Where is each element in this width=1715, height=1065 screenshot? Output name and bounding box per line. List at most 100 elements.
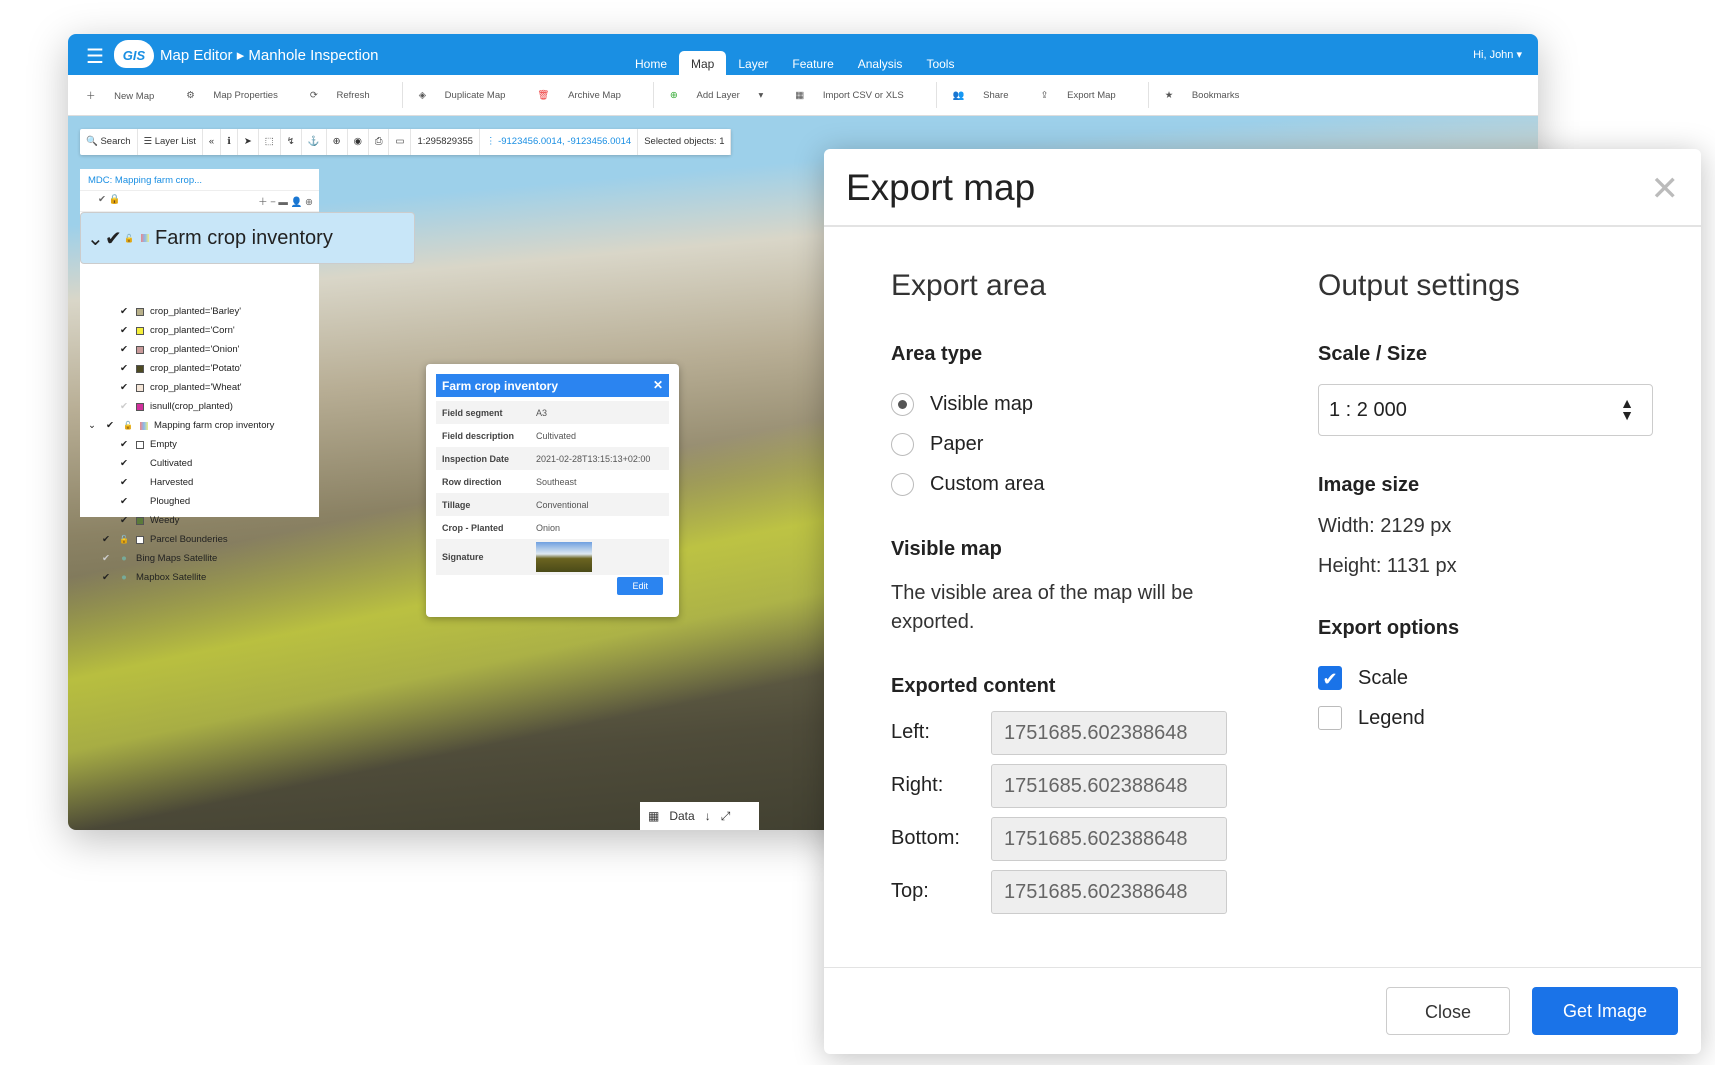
toolbar-label[interactable]: Duplicate Map [445,90,506,101]
tab-map[interactable]: Map [679,51,727,76]
chevron-down-icon[interactable]: ⌄ [86,420,98,431]
measure-icon[interactable]: ↯ [281,129,302,155]
search-button[interactable]: 🔍 Search [80,129,138,155]
edit-button[interactable]: Edit [617,577,663,595]
toolbar-share[interactable]: 👥 Share [953,90,1025,101]
layer-row[interactable]: ✔ 🔓 Parcel Bounderies [80,530,319,549]
toolbar-new-map[interactable]: ＋ New Map [86,88,170,102]
toolbar-refresh[interactable]: ⟳ Refresh [310,90,386,101]
scale-select[interactable]: 1 : 2 000 ▲ ▼ [1318,384,1653,436]
toolbar-map-properties[interactable]: ⚙ Map Properties [186,90,294,101]
checkbox-icon[interactable]: ✔ [105,226,122,251]
toolbar-label[interactable]: New Map [114,91,154,102]
checkbox-icon[interactable]: ✔ [118,439,130,450]
toolbar-label[interactable]: Refresh [336,90,369,101]
toolbar-label[interactable]: Add Layer [697,90,740,101]
checkbox[interactable] [1318,706,1342,730]
coordinate-input[interactable]: 1751685.602388648 [991,710,1227,755]
pointer-icon[interactable]: ➤ [238,129,259,155]
layer-row[interactable]: ✔ Empty [80,435,319,454]
layer-actions-icons[interactable]: ＋ − ▬ 👤 ⊕ [258,194,313,208]
checkbox-icon[interactable]: ✔ [100,553,112,564]
expand-icon[interactable]: ⤢ [721,809,731,824]
layer-row[interactable]: ✔ crop_planted='Onion' [80,340,319,359]
checkbox-icon[interactable]: ✔ [118,401,130,412]
layer-row[interactable]: ✔ Ploughed [80,492,319,511]
close-icon[interactable]: ✕ [653,378,663,392]
checkbox-icon[interactable]: ✔ [118,325,130,336]
toolbar-label[interactable]: Map Properties [213,90,277,101]
chevron-down-icon[interactable]: ▾ [756,90,763,101]
layer-row[interactable]: ✔ ● Bing Maps Satellite [80,549,319,568]
checkbox-scale[interactable]: ✔ Scale [1318,658,1653,698]
grid-icon[interactable]: ▦ [648,809,659,823]
layer-row[interactable]: ✔ isnull(crop_planted) [80,397,319,416]
tab-home[interactable]: Home [623,51,679,76]
coordinate-input[interactable]: 1751685.602388648 [991,869,1227,914]
radio-visible-map[interactable]: Visible map [891,384,1227,424]
tab-tools[interactable]: Tools [914,51,966,76]
checkbox-icon[interactable]: ✔ [118,458,130,469]
checkbox-icon[interactable]: ✔ [104,420,116,431]
tab-analysis[interactable]: Analysis [846,51,915,76]
radio-paper[interactable]: Paper [891,424,1227,464]
radio-button[interactable] [891,432,914,456]
toolbar-import-csv-or-xls[interactable]: ▦ Import CSV or XLS [795,90,919,101]
layer-list-button[interactable]: ☰ Layer List [138,129,203,155]
lock-icon[interactable]: 🔓 [122,421,134,430]
checkbox-icon[interactable]: ✔ [118,515,130,526]
toolbar-label[interactable]: Share [983,90,1008,101]
lock-icon[interactable]: 🔓 [123,234,135,243]
toolbar-bookmarks[interactable]: ★ Bookmarks [1165,90,1256,101]
layer-row[interactable]: ✔ ● Mapbox Satellite [80,568,319,587]
collapse-icon[interactable]: « [203,129,222,155]
zoom-in-icon[interactable]: ⊕ [327,129,348,155]
close-icon[interactable]: ✕ [1651,169,1680,209]
toolbar-archive-map[interactable]: 🗑 Archive Map [537,90,637,101]
toolbar-label[interactable]: Archive Map [568,90,621,101]
toolbar-duplicate-map[interactable]: ◈ Duplicate Map [419,90,522,101]
radio-custom-area[interactable]: Custom area [891,464,1227,504]
info-icon[interactable]: ℹ [221,129,238,155]
toolbar-add-layer[interactable]: ⊕ Add Layer ▾ [670,90,779,101]
anchor-icon[interactable]: ⚓ [302,129,327,155]
user-menu[interactable]: Hi, John ▾ [1473,48,1522,61]
data-button[interactable]: Data [669,809,694,823]
layer-row[interactable]: ✔ crop_planted='Barley' [80,302,319,321]
tab-feature[interactable]: Feature [780,51,845,76]
toolbar-label[interactable]: Export Map [1067,90,1116,101]
toolbar-label[interactable]: Import CSV or XLS [823,90,904,101]
get-image-button[interactable]: Get Image [1532,987,1678,1035]
checkbox-icon[interactable]: ✔ [118,363,130,374]
layer-row[interactable]: ✔ Cultivated [80,454,319,473]
layer-row[interactable]: ✔ Harvested [80,473,319,492]
lock-icon[interactable]: 🔓 [118,535,130,544]
checkbox-icon[interactable]: ✔ [100,534,112,545]
coordinate-input[interactable]: 1751685.602388648 [991,816,1227,861]
layer-panel-title[interactable]: MDC: Mapping farm crop... [80,169,319,191]
radio-button[interactable] [891,392,914,416]
chevron-down-icon[interactable]: ⌄ [87,226,104,251]
checkbox-icon[interactable]: ✔ [118,306,130,317]
layer-row[interactable]: ⌄ ✔ 🔓 Mapping farm crop inventory [80,416,319,435]
layer-row[interactable]: ✔ crop_planted='Wheat' [80,378,319,397]
checkbox-icon[interactable]: ✔ [100,572,112,583]
layer-row[interactable]: ⌄ ✔ 🔓 Farm crop inventory [80,212,415,264]
globe-icon[interactable]: ◉ [348,129,369,155]
toolbar-label[interactable]: Bookmarks [1192,90,1240,101]
layer-row[interactable]: ✔ Weedy [80,511,319,530]
select-box-icon[interactable]: ⬚ [259,129,281,155]
checkbox[interactable]: ✔ [1318,666,1342,690]
close-button[interactable]: Close [1386,987,1510,1035]
menu-icon[interactable]: ☰ [86,44,104,69]
print-icon[interactable]: ⎙ [369,129,390,155]
checkbox-icon[interactable]: ✔ [118,382,130,393]
checkbox-icon[interactable]: ✔ [118,496,130,507]
checkbox-icon[interactable]: ✔ [118,344,130,355]
layer-row[interactable]: ✔ crop_planted='Corn' [80,321,319,340]
layer-row[interactable]: ✔ crop_planted='Potato' [80,359,319,378]
toolbar-export-map[interactable]: ⇪ Export Map [1041,90,1132,101]
download-icon[interactable]: ↓ [705,809,711,823]
checkbox-icon[interactable]: ✔ [118,477,130,488]
checkbox-legend[interactable]: Legend [1318,698,1653,738]
